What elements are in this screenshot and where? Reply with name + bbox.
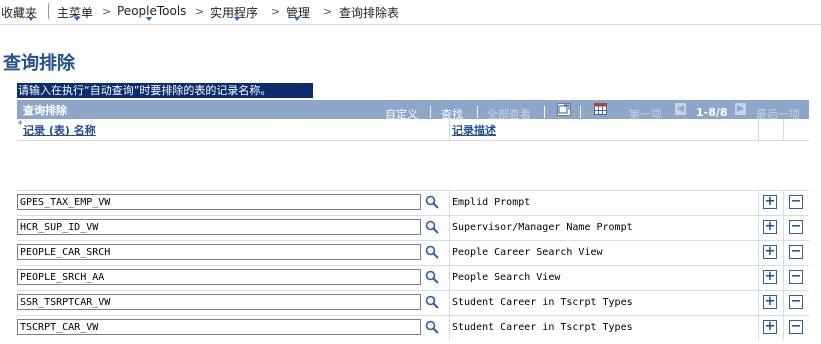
row-range-counter: 1-8/8 xyxy=(696,106,728,119)
delete-row-minus-icon[interactable]: − xyxy=(789,320,803,334)
column-divider xyxy=(758,266,759,290)
record-description: People Career Search View xyxy=(452,247,603,258)
nav-peopletools[interactable]: PeopleTools xyxy=(117,4,186,18)
instruction-text: 请输入在执行“自动查询”时要排除的表的记录名称。 xyxy=(17,83,313,98)
table-row: SSR_TSRPTCAR_VW Student Career in Tscrpt… xyxy=(17,290,809,315)
column-divider xyxy=(449,291,450,315)
record-name-input[interactable]: GPES_TAX_EMP_VW xyxy=(17,194,421,210)
record-name-input[interactable]: TSCRPT_CAR_VW xyxy=(17,319,421,335)
breadcrumb-separator-icon: > xyxy=(195,5,205,18)
record-description: Student Career in Tscrpt Types xyxy=(452,322,633,333)
column-divider xyxy=(758,316,759,340)
lookup-magnifier-icon[interactable] xyxy=(425,195,439,209)
column-divider xyxy=(449,216,450,240)
record-description: Student Career in Tscrpt Types xyxy=(452,297,633,308)
add-row-plus-icon[interactable]: + xyxy=(763,295,777,309)
view-in-new-window-icon[interactable] xyxy=(557,103,571,116)
column-divider xyxy=(783,316,784,340)
table-row: HCR_SUP_ID_VW Supervisor/Manager Name Pr… xyxy=(17,215,809,240)
previous-page-icon[interactable]: ◀ xyxy=(675,103,686,115)
peopletools-dropdown-icon[interactable] xyxy=(146,17,152,21)
table-row: PEOPLE_CAR_SRCH People Career Search Vie… xyxy=(17,240,809,265)
column-header-record-description[interactable]: 记录描述 xyxy=(452,122,496,138)
add-row-plus-icon[interactable]: + xyxy=(763,195,777,209)
admin-dropdown-icon[interactable] xyxy=(294,17,300,21)
column-divider xyxy=(758,291,759,315)
column-divider xyxy=(783,241,784,265)
record-name-input[interactable]: HCR_SUP_ID_VW xyxy=(17,219,421,235)
column-divider xyxy=(449,266,450,290)
breadcrumb-separator-icon: > xyxy=(102,5,112,18)
lookup-magnifier-icon[interactable] xyxy=(425,270,439,284)
delete-row-minus-icon[interactable]: − xyxy=(789,245,803,259)
lookup-magnifier-icon[interactable] xyxy=(425,320,439,334)
lookup-magnifier-icon[interactable] xyxy=(425,245,439,259)
column-divider xyxy=(449,241,450,265)
add-row-plus-icon[interactable]: + xyxy=(763,320,777,334)
add-row-plus-icon[interactable]: + xyxy=(763,220,777,234)
column-divider xyxy=(783,119,784,140)
grid-column-headers: * 记录 (表) 名称 记录描述 xyxy=(17,119,809,141)
breadcrumb-separator-icon: > xyxy=(271,5,281,18)
delete-row-minus-icon[interactable]: − xyxy=(789,270,803,284)
page-title: 查询排除 xyxy=(3,53,75,74)
column-divider xyxy=(783,266,784,290)
delete-row-minus-icon[interactable]: − xyxy=(789,220,803,234)
record-name-input[interactable]: PEOPLE_CAR_SRCH xyxy=(17,244,421,260)
record-description: Supervisor/Manager Name Prompt xyxy=(452,222,633,233)
lookup-magnifier-icon[interactable] xyxy=(425,220,439,234)
column-divider xyxy=(758,119,759,140)
record-name-input[interactable]: PEOPLE_SRCH_AA xyxy=(17,269,421,285)
breadcrumb-separator-icon: > xyxy=(323,5,333,18)
required-field-marker: * xyxy=(18,120,23,130)
delete-row-minus-icon[interactable]: − xyxy=(789,195,803,209)
nav-current-page: 查询排除表 xyxy=(339,6,400,20)
top-navigation: 收藏夹 主菜单 > PeopleTools > 实用程序 > 管理 > 查询排除… xyxy=(0,0,821,25)
next-page-icon[interactable]: ▶ xyxy=(735,103,746,115)
column-divider xyxy=(783,291,784,315)
grid-header: 查询排除 自定义 查找 全部查看 第一项 ◀ 1-8/8 ▶ 最后一项 xyxy=(17,100,809,121)
column-divider xyxy=(449,191,450,215)
column-divider xyxy=(758,241,759,265)
record-description: People Search View xyxy=(452,272,561,283)
toolbar-divider xyxy=(544,106,545,118)
grid-empty-space xyxy=(17,141,809,187)
add-row-plus-icon[interactable]: + xyxy=(763,245,777,259)
add-row-plus-icon[interactable]: + xyxy=(763,270,777,284)
column-divider xyxy=(449,119,450,140)
toolbar-divider xyxy=(430,106,431,118)
grid-title: 查询排除 xyxy=(23,104,67,117)
record-name-input[interactable]: SSR_TSRPTCAR_VW xyxy=(17,294,421,310)
column-divider xyxy=(783,191,784,215)
record-description: Emplid Prompt xyxy=(452,197,531,208)
delete-row-minus-icon[interactable]: − xyxy=(789,295,803,309)
table-row: PEOPLE_SRCH_AA People Search View + − xyxy=(17,265,809,290)
toolbar-divider xyxy=(580,106,581,118)
table-row: TSCRPT_CAR_VW Student Career in Tscrpt T… xyxy=(17,315,809,340)
column-divider xyxy=(758,191,759,215)
column-divider xyxy=(783,216,784,240)
main-menu-dropdown-icon[interactable] xyxy=(74,17,80,21)
column-divider xyxy=(758,216,759,240)
download-grid-icon[interactable] xyxy=(594,103,607,115)
column-header-record-name[interactable]: 记录 (表) 名称 xyxy=(23,122,96,138)
lookup-magnifier-icon[interactable] xyxy=(425,295,439,309)
utilities-dropdown-icon[interactable] xyxy=(234,17,240,21)
favorites-dropdown-icon[interactable] xyxy=(28,17,34,21)
nav-divider xyxy=(48,3,49,19)
toolbar-divider xyxy=(477,106,478,118)
column-divider xyxy=(449,316,450,340)
table-row: GPES_TAX_EMP_VW Emplid Prompt + − xyxy=(17,190,809,215)
